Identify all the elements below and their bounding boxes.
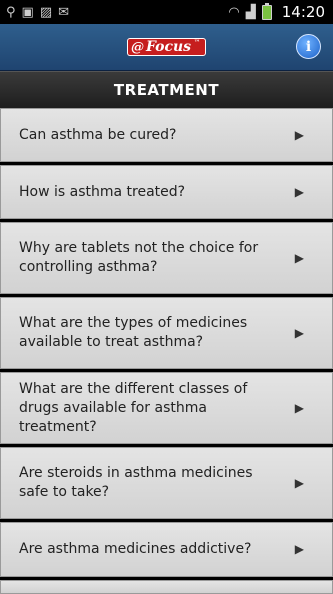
list-item[interactable]: Why are tablets not the choice for contr…: [0, 222, 333, 294]
list-item[interactable]: How is asthma treated? ▶: [0, 165, 333, 219]
section-title: TREATMENT: [0, 71, 333, 108]
list-item[interactable]: What are the different classes of drugs …: [0, 372, 333, 444]
list-item-label: How is asthma treated?: [19, 183, 186, 200]
faq-list: Can asthma be cured? ▶ How is asthma tre…: [0, 108, 333, 594]
info-icon: i: [305, 38, 312, 55]
status-bar: ⚲ ▣ ▨ ✉ ◠ ▟ 14:20: [0, 0, 333, 24]
focus-logo: @ Focus ™: [126, 38, 207, 56]
chevron-right-icon: ▶: [294, 127, 304, 142]
list-item-label: What are the different classes of drugs …: [19, 380, 248, 435]
status-left-icons: ⚲ ▣ ▨ ✉: [6, 6, 69, 19]
status-time: 14:20: [281, 3, 325, 21]
logo-text: Focus: [145, 39, 192, 55]
status-right-icons: ◠ ▟ 14:20: [228, 2, 325, 21]
list-item[interactable]: Are steroids in asthma medicines safe to…: [0, 447, 333, 519]
battery-icon: [261, 2, 272, 20]
logo-mark: @: [130, 39, 144, 55]
list-item-label: What are the types of medicines availabl…: [19, 315, 248, 350]
list-item[interactable]: Are asthma medicines addictive? ▶: [0, 522, 333, 577]
usb-icon: ⚲: [6, 4, 16, 20]
info-button[interactable]: i: [296, 34, 321, 59]
signal-icon: ▟: [245, 4, 256, 20]
chevron-right-icon: ▶: [294, 325, 304, 340]
app-header: @ Focus ™ i: [0, 24, 333, 71]
list-item[interactable]: Can asthma be cured? ▶: [0, 108, 333, 162]
list-item-label: Are steroids in asthma medicines safe to…: [19, 465, 253, 500]
gmail-icon: ✉: [58, 4, 70, 20]
section-title-text: TREATMENT: [113, 81, 220, 99]
list-item-label: Can asthma be cured?: [19, 126, 177, 143]
list-item-label: Are asthma medicines addictive?: [19, 541, 252, 557]
wifi-icon: ◠: [228, 4, 240, 20]
chevron-right-icon: ▶: [294, 184, 304, 199]
chevron-right-icon: ▶: [294, 475, 304, 490]
chevron-right-icon: ▶: [294, 400, 304, 415]
list-item[interactable]: What are the types of medicines availabl…: [0, 297, 333, 369]
list-item-label: Why are tablets not the choice for contr…: [19, 240, 259, 275]
chevron-right-icon: ▶: [294, 542, 304, 556]
image-icon: ▨: [39, 4, 53, 20]
sd-card-icon: ▣: [21, 4, 34, 20]
chevron-right-icon: ▶: [294, 250, 304, 265]
logo-tm: ™: [194, 39, 201, 46]
